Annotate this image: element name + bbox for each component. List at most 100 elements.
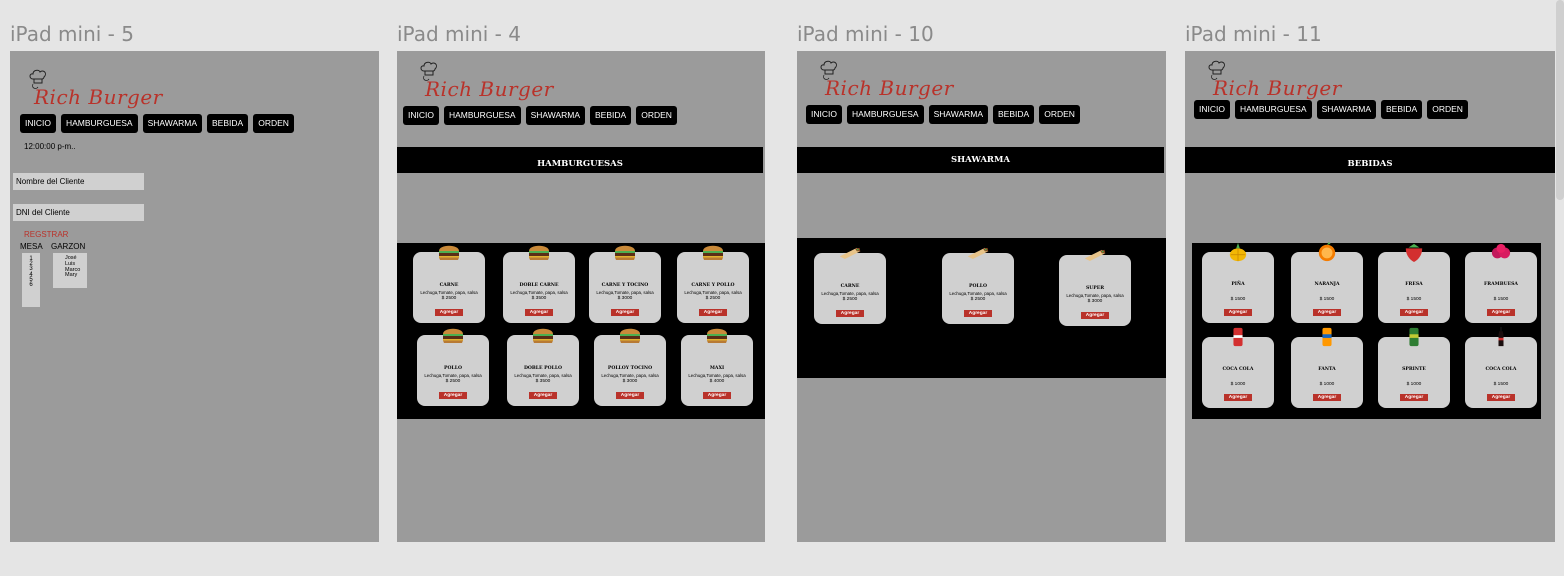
add-to-order-button[interactable]: Agregar [1224,309,1252,316]
section-banner: BEBIDAS [1185,147,1555,173]
nav-hamburguesa-button[interactable]: HAMBURGUESA [60,114,138,133]
nav-hamburguesa-button[interactable]: HAMBURGUESA [1234,100,1312,119]
nav-orden-button[interactable]: ORDEN [636,106,677,125]
product-card[interactable]: COCA COLA $ 1000 Agregar [1202,337,1274,408]
nav-hamburguesa-button[interactable]: HAMBURGUESA [846,105,924,124]
add-to-order-button[interactable]: Agregar [1400,394,1428,401]
frame-title-ipad-mini-4[interactable]: iPad mini - 4 [397,22,521,46]
nav-orden-button[interactable]: ORDEN [1039,105,1080,124]
add-to-order-button[interactable]: Agregar [836,310,864,317]
chef-hat-icon [1207,60,1227,82]
add-to-order-button[interactable]: Agregar [1081,312,1109,319]
design-canvas: iPad mini - 5 Rich Burger INICIO HAMBURG… [0,0,1564,576]
add-to-order-button[interactable]: Agregar [1313,394,1341,401]
add-to-order-button[interactable]: Agregar [611,309,639,316]
add-to-order-button[interactable]: Agregar [435,309,463,316]
add-to-order-button[interactable]: Agregar [529,392,557,399]
nav-orden-button[interactable]: ORDEN [253,114,294,133]
nav-shawarma-button[interactable]: SHAWARMA [928,105,989,124]
product-card[interactable]: FRAMBUESA $ 1500 Agregar [1465,252,1537,323]
nav-shawarma-button[interactable]: SHAWARMA [525,106,586,125]
canvas-scrollbar[interactable] [1556,0,1564,200]
product-price: $ 1500 [1406,297,1422,302]
add-to-order-button[interactable]: Agregar [703,392,731,399]
sprite-icon [1402,327,1426,347]
burger-icon [441,325,465,345]
product-price: $ 3000 [1087,299,1103,304]
mesa-list[interactable]: 1 2 3 4 5 6 [22,253,40,307]
product-card[interactable]: CARNE Lechuga,Tomate, papa, salsa $ 2500 Ag… [413,252,485,323]
product-card[interactable]: SPRINTE $ 1000 Agregar [1378,337,1450,408]
burger-icon [527,242,551,262]
client-name-field[interactable]: Nombre del Cliente [13,173,144,190]
mesa-item[interactable]: 6 [22,282,40,288]
add-to-order-button[interactable]: Agregar [1224,394,1252,401]
shawarma-icon [966,243,990,263]
burger-icon [613,242,637,262]
register-button[interactable]: REGSTRAR [24,230,68,239]
nav-shawarma-button[interactable]: SHAWARMA [1316,100,1377,119]
add-to-order-button[interactable]: Agregar [525,309,553,316]
frame-ipad-mini-5[interactable]: Rich Burger INICIO HAMBURGUESA SHAWARMA … [10,51,379,542]
product-name: FANTA [1318,367,1336,372]
product-card[interactable]: FANTA $ 1000 Agregar [1291,337,1363,408]
nav-bebida-button[interactable]: BEBIDA [993,105,1035,124]
add-to-order-button[interactable]: Agregar [1313,309,1341,316]
product-card[interactable]: CARNE Lechuga,Tomate, papa, salsa $ 2500 Ag… [814,253,886,324]
product-name: POLLO [444,366,462,371]
frame-ipad-mini-10[interactable]: Rich Burger INICIO HAMBURGUESA SHAWARMA … [797,51,1166,542]
add-to-order-button[interactable]: Agregar [616,392,644,399]
product-card[interactable]: DOBLE POLLO Lechuga,Tomate, papa, salsa $ … [507,335,579,406]
nav-inicio-button[interactable]: INICIO [806,105,842,124]
frame-title-ipad-mini-10[interactable]: iPad mini - 10 [797,22,934,46]
client-dni-field[interactable]: DNI del Cliente [13,204,144,221]
product-price: $ 2500 [445,379,461,384]
product-name: PIÑA [1231,282,1245,287]
add-to-order-button[interactable]: Agregar [699,309,727,316]
product-card[interactable]: POLLO Lechuga,Tomate, papa, salsa $ 2500 Ag… [942,253,1014,324]
product-name: CARNE Y TOCINO [601,283,649,288]
garzon-list[interactable]: José Luis Marco Mary [53,253,87,288]
product-card[interactable]: FRESA $ 1500 Agregar [1378,252,1450,323]
frame-ipad-mini-4[interactable]: Rich Burger INICIO HAMBURGUESA SHAWARMA … [397,51,765,542]
nav-bebida-button[interactable]: BEBIDA [207,114,249,133]
nav-inicio-button[interactable]: INICIO [20,114,56,133]
product-card[interactable]: DOBLE CARNE Lechuga,Tomate, papa, salsa $ … [503,252,575,323]
garzon-header: GARZON [51,242,86,251]
nav-hamburguesa-button[interactable]: HAMBURGUESA [443,106,521,125]
product-card[interactable]: POLLO Lechuga,Tomate, papa, salsa $ 2500 Ag… [417,335,489,406]
frame-title-ipad-mini-11[interactable]: iPad mini - 11 [1185,22,1322,46]
add-to-order-button[interactable]: Agregar [1400,309,1428,316]
product-card[interactable]: CARNE Y POLLO Lechuga,Tomate, papa, salsa… [677,252,749,323]
nav-orden-button[interactable]: ORDEN [1427,100,1468,119]
nav-shawarma-button[interactable]: SHAWARMA [142,114,203,133]
frame-title-ipad-mini-5[interactable]: iPad mini - 5 [10,22,134,46]
product-card[interactable]: NARANJA $ 1500 Agregar [1291,252,1363,323]
product-description: Lechuga,Tomate, papa, salsa [821,291,879,296]
product-name: SUPER [1085,286,1105,291]
product-card[interactable]: COCA COLA $ 1500 Agregar [1465,337,1537,408]
product-description: Lechuga,Tomate, papa, salsa [1066,293,1124,298]
product-price: $ 3500 [535,379,551,384]
product-price: $ 1500 [1319,297,1335,302]
nav-bebida-button[interactable]: BEBIDA [590,106,632,125]
product-price: $ 2500 [705,296,721,301]
product-price: $ 1000 [1319,382,1335,387]
product-card[interactable]: MAXI Lechuga,Tomate, papa, salsa $ 4000 Agr… [681,335,753,406]
nav-inicio-button[interactable]: INICIO [403,106,439,125]
burger-icon [531,325,555,345]
add-to-order-button[interactable]: Agregar [439,392,467,399]
product-card[interactable]: CARNE Y TOCINO Lechuga,Tomate, papa, sals… [589,252,661,323]
garzon-item[interactable]: Mary [65,273,87,279]
nav-bebida-button[interactable]: BEBIDA [1381,100,1423,119]
product-card[interactable]: POLLOY TOCINO Lechuga,Tomate, papa, salsa… [594,335,666,406]
add-to-order-button[interactable]: Agregar [1487,309,1515,316]
product-card[interactable]: SUPER Lechuga,Tomate, papa, salsa $ 3000 Ag… [1059,255,1131,326]
add-to-order-button[interactable]: Agregar [964,310,992,317]
frame-ipad-mini-11[interactable]: Rich Burger INICIO HAMBURGUESA SHAWARMA … [1185,51,1555,542]
product-name: CARNE [439,283,459,288]
burger-icon [701,242,725,262]
add-to-order-button[interactable]: Agregar [1487,394,1515,401]
nav-inicio-button[interactable]: INICIO [1194,100,1230,119]
product-card[interactable]: PIÑA $ 1500 Agregar [1202,252,1274,323]
